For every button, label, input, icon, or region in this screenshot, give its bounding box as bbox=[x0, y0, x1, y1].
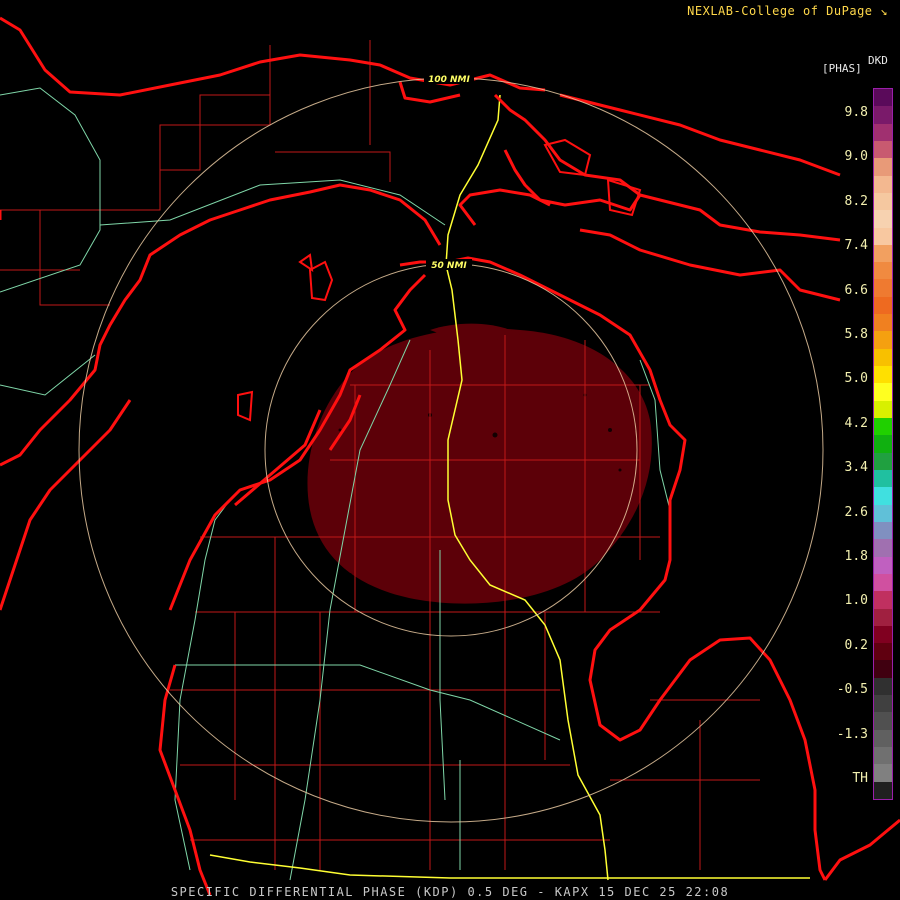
radar-map: 100 NMI 50 NMI bbox=[0, 0, 900, 900]
colorbar-swatch bbox=[874, 452, 892, 471]
colorbar-swatch bbox=[874, 158, 892, 177]
colorbar-swatch bbox=[874, 712, 892, 731]
colorbar-swatch bbox=[874, 106, 892, 125]
colorbar-swatch bbox=[874, 781, 892, 800]
colorbar-swatch bbox=[874, 262, 892, 280]
colorbar-tick-label: 4.2 bbox=[844, 415, 868, 431]
colorbar-swatch bbox=[874, 210, 892, 229]
colorbar-swatch bbox=[874, 695, 892, 713]
colorbar-swatch bbox=[874, 643, 892, 661]
colorbar-tick-label: 5.0 bbox=[844, 371, 868, 387]
range-ring-label-50: 50 NMI bbox=[431, 261, 467, 271]
colorbar-swatch bbox=[874, 192, 892, 211]
colorbar-swatch bbox=[874, 244, 892, 263]
credit-text: NEXLAB-College of DuPage bbox=[687, 4, 873, 18]
colorbar-swatch bbox=[874, 140, 892, 159]
colorbar-swatch bbox=[874, 747, 892, 765]
colorbar-tick-label: -1.3 bbox=[836, 726, 868, 742]
colorbar-tick-label: 7.4 bbox=[844, 238, 868, 254]
colorbar-tick-label: 1.0 bbox=[844, 593, 868, 609]
colorbar-tick-label: TH bbox=[852, 771, 868, 786]
colorbar-tick-label: 9.0 bbox=[844, 149, 868, 165]
range-ring-label-100: 100 NMI bbox=[428, 75, 470, 85]
colorbar-swatch bbox=[874, 366, 892, 384]
colorbar-swatch bbox=[874, 400, 892, 419]
colorbar-swatch bbox=[874, 296, 892, 315]
colorbar-tick-label: 9.8 bbox=[844, 105, 868, 120]
colorbar-swatch bbox=[874, 227, 892, 246]
colorbar-tick-label: 0.2 bbox=[844, 637, 868, 653]
colorbar-swatch bbox=[874, 677, 892, 696]
colorbar-tick-label: 5.8 bbox=[844, 327, 868, 342]
colorbar-swatch bbox=[874, 764, 892, 783]
colorbar-swatch bbox=[874, 487, 892, 506]
colorbar bbox=[873, 88, 893, 800]
colorbar-swatch bbox=[874, 331, 892, 350]
colorbar-unit: [PHAS] bbox=[822, 62, 862, 75]
product-footer: SPECIFIC DIFFERENTIAL PHASE (KDP) 0.5 DE… bbox=[170, 885, 730, 899]
colorbar-tick-label: 2.6 bbox=[844, 504, 868, 520]
expand-icon[interactable]: ↘ bbox=[880, 4, 888, 18]
colorbar-tick-label: -0.5 bbox=[836, 682, 868, 698]
colorbar-swatch bbox=[874, 435, 892, 454]
colorbar-variable: DKD bbox=[868, 54, 888, 67]
colorbar-tick-label: 1.8 bbox=[844, 549, 868, 564]
credit-label: NEXLAB-College of DuPage ↘ bbox=[687, 4, 888, 18]
colorbar-swatch bbox=[874, 123, 892, 142]
colorbar-tick-label: 6.6 bbox=[844, 282, 868, 298]
colorbar-swatch bbox=[874, 573, 892, 592]
colorbar-swatch bbox=[874, 383, 892, 402]
colorbar-swatch bbox=[874, 660, 892, 679]
colorbar-swatch bbox=[874, 729, 892, 748]
colorbar-swatch bbox=[874, 504, 892, 523]
colorbar-swatch bbox=[874, 89, 892, 107]
colorbar-swatch bbox=[874, 539, 892, 558]
colorbar-swatch bbox=[874, 469, 892, 488]
colorbar-swatch bbox=[874, 279, 892, 298]
colorbar-tick-label: 8.2 bbox=[844, 193, 868, 209]
colorbar-swatch bbox=[874, 521, 892, 540]
colorbar-tick-label: 3.4 bbox=[844, 460, 868, 476]
colorbar-swatch bbox=[874, 556, 892, 575]
colorbar-swatch bbox=[874, 625, 892, 644]
colorbar-swatch bbox=[874, 418, 892, 436]
colorbar-swatch bbox=[874, 175, 892, 194]
colorbar-swatch bbox=[874, 591, 892, 609]
colorbar-swatch bbox=[874, 608, 892, 627]
colorbar-swatch bbox=[874, 314, 892, 332]
colorbar-swatch bbox=[874, 348, 892, 367]
